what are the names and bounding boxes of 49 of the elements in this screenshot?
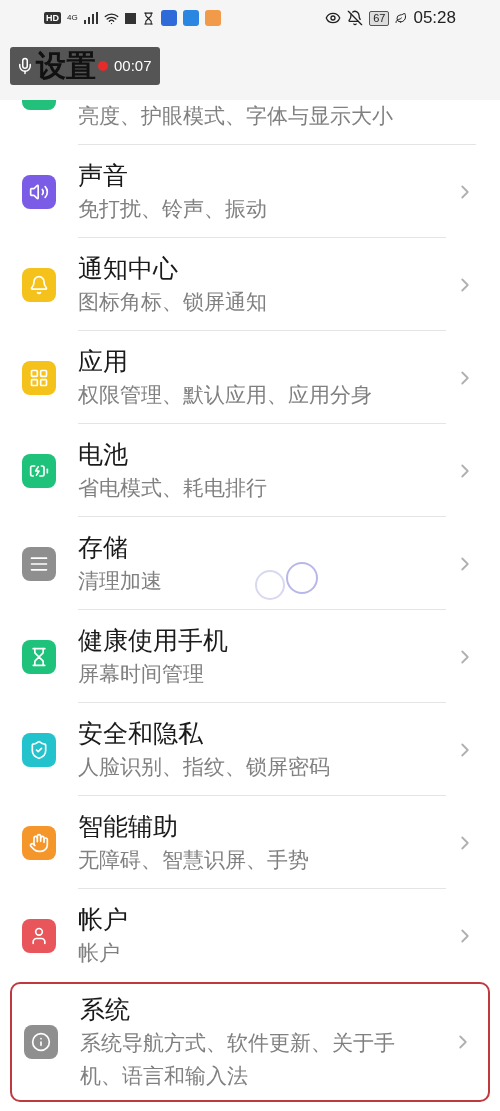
settings-row[interactable]: 健康使用手机 屏幕时间管理 [0,610,500,703]
loading-icon [254,561,320,601]
row-title: 电池 [78,438,128,470]
battery-level: 67 [369,10,390,26]
row-title: 健康使用手机 [78,624,228,656]
row-title: 安全和隐私 [78,717,203,749]
row-subtitle: 帐户 [78,940,120,966]
leaf-icon [395,12,408,24]
bell-off-icon [347,10,364,26]
app-icon [182,10,199,26]
network-type: 4G [67,14,78,22]
highlighted-settings-row[interactable]: 系统 系统导航方式、软件更新、关于手机、语言和输入法 [10,982,490,1102]
row-title: 存储 [78,531,128,563]
settings-row[interactable]: 应用 权限管理、默认应用、应用分身 [0,331,500,424]
wifi-icon [103,10,119,26]
signal-icon [83,12,98,24]
row-subtitle: 图标角标、锁屏通知 [78,288,267,315]
row-title: 声音 [78,159,128,191]
hd-indicator: HD [44,12,61,24]
page-title: 设置 [36,48,96,84]
square-icon [124,12,136,24]
settings-row[interactable]: 电池 省电模式、耗电排行 [0,424,500,517]
app-icon [160,10,177,26]
row-subtitle: 人脸识别、指纹、锁屏密码 [78,753,330,780]
mic-icon [16,57,34,75]
row-title: 应用 [78,345,128,377]
row-subtitle: 权限管理、默认应用、应用分身 [78,381,372,408]
settings-row[interactable]: 通知中心 图标角标、锁屏通知 [0,238,500,331]
hourglass-icon [141,11,155,25]
row-title: 智能辅助 [78,810,178,842]
row-title: 系统 [80,994,130,1025]
row-subtitle: 系统导航方式、软件更新、关于手机、语言和输入法 [80,1030,396,1089]
row-subtitle: 清理加速 [78,567,162,594]
row-title: 通知中心 [78,252,178,284]
row-subtitle: 无障碍、智慧识屏、手势 [78,846,309,873]
clock: 05:28 [413,7,456,30]
settings-row[interactable]: 声音 免打扰、铃声、振动 [0,145,500,238]
settings-row[interactable]: 智能辅助 无障碍、智慧识屏、手势 [0,796,500,889]
eye-icon [325,10,342,26]
settings-row[interactable]: 帐户 帐户 [0,889,500,982]
row-subtitle: 省电模式、耗电排行 [78,474,267,501]
app-icon [204,10,221,26]
row-title: 帐户 [78,904,128,935]
row-subtitle: 亮度、护眼模式、字体与显示大小 [78,103,393,129]
recording-time: 00:07 [114,55,152,76]
row-subtitle: 免打扰、铃声、振动 [78,195,267,222]
row-subtitle: 屏幕时间管理 [78,660,204,687]
settings-row[interactable]: 存储 清理加速 [0,517,500,610]
settings-row[interactable]: 安全和隐私 人脸识别、指纹、锁屏密码 [0,703,500,796]
